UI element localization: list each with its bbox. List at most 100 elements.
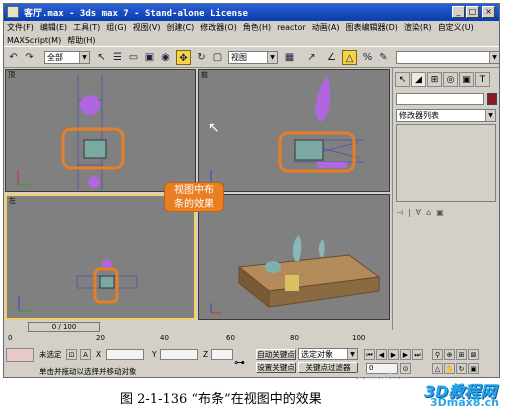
hierarchy-tab-icon[interactable]: ⊞	[427, 72, 442, 87]
maximize-viewport-icon[interactable]: ▣	[468, 363, 479, 374]
stack-toolbar: ⊣|∀⌂▣	[396, 208, 496, 220]
menu-help[interactable]: 帮助(H)	[64, 35, 98, 46]
selection-lock-icon[interactable]: ⊡	[66, 349, 77, 360]
menu-group[interactable]: 组(G)	[103, 22, 129, 34]
rotate-icon[interactable]: ↻	[194, 50, 209, 65]
create-tab-icon[interactable]: ↖	[395, 72, 410, 87]
display-tab-icon[interactable]: ▣	[459, 72, 474, 87]
make-unique-icon[interactable]: ∀	[416, 208, 426, 217]
menu-tools[interactable]: 工具(T)	[70, 22, 103, 34]
menu-character[interactable]: 角色(H)	[240, 22, 274, 34]
z-coord-field[interactable]	[211, 349, 233, 360]
menu-customize[interactable]: 自定义(U)	[435, 22, 477, 34]
menu-modifiers[interactable]: 修改器(O)	[197, 22, 240, 34]
auto-key-button[interactable]: 自动关键点	[256, 349, 296, 360]
set-key-button[interactable]: 设置关键点	[256, 362, 296, 373]
viewport-top[interactable]: 顶	[5, 69, 196, 192]
pivot-center-icon[interactable]: ▦	[282, 50, 297, 65]
selection-status: 未选定	[39, 350, 62, 359]
scale-icon[interactable]: ▢	[210, 50, 225, 65]
viewport-left[interactable]: 左	[5, 194, 196, 320]
chevron-down-icon: ▼	[485, 110, 495, 121]
menu-edit[interactable]: 编辑(E)	[37, 22, 70, 34]
named-selection-dropdown[interactable]: ▼	[396, 51, 499, 64]
next-frame-icon[interactable]: ▶	[400, 349, 411, 360]
maxscript-listener[interactable]	[6, 348, 34, 362]
close-button[interactable]: ×	[482, 6, 495, 18]
object-name-field[interactable]	[396, 93, 484, 105]
menu-file[interactable]: 文件(F)	[4, 22, 37, 34]
orbit-icon[interactable]: ↻	[456, 363, 467, 374]
timeline-ruler[interactable]: 0 20 40 60 80 100	[4, 333, 392, 345]
configure-sets-icon[interactable]: ▣	[436, 208, 449, 217]
prompt-line: 单击并拖动以选择并移动对象	[39, 367, 137, 376]
selection-filter-dropdown[interactable]: 全部 ▼	[44, 51, 90, 64]
window-crossing-icon[interactable]: ▣	[142, 50, 157, 65]
named-selection-icon[interactable]: ✎	[376, 50, 391, 65]
play-icon[interactable]: ▶	[388, 349, 399, 360]
lock-toggle[interactable]: A	[80, 349, 91, 360]
z-label: Z	[203, 350, 209, 359]
command-panel: ↖ ◢ ⊞ ◎ ▣ T 修改器列表 ▼ ⊣|∀⌂▣	[392, 68, 499, 330]
y-label: Y	[152, 350, 157, 359]
modify-tab-icon[interactable]: ◢	[411, 72, 426, 87]
x-label: X	[96, 350, 102, 359]
fov-icon[interactable]: △	[432, 363, 443, 374]
zoom-extents-all-icon[interactable]: ⊠	[468, 349, 479, 360]
viewport-perspective[interactable]: 透视	[198, 194, 390, 320]
ref-coord-dropdown[interactable]: 视图 ▼	[228, 51, 278, 64]
zoom-all-icon[interactable]: ⊕	[444, 349, 455, 360]
chevron-down-icon: ▼	[79, 52, 89, 63]
zoom-icon[interactable]: ⚲	[432, 349, 443, 360]
select-move-icon[interactable]: ✥	[176, 50, 191, 65]
select-link-icon[interactable]: ↗	[304, 50, 319, 65]
select-manipulate-icon[interactable]: ◉	[158, 50, 173, 65]
tick-label: 20	[96, 334, 105, 342]
perspective-scene-graphic	[210, 235, 381, 314]
motion-tab-icon[interactable]: ◎	[443, 72, 458, 87]
undo-icon[interactable]: ↶	[6, 50, 21, 65]
key-filters-button[interactable]: 关键点过滤器	[298, 362, 358, 373]
go-to-end-icon[interactable]: ⏭	[412, 349, 423, 360]
viewport-front[interactable]: 前 ↖	[198, 69, 390, 192]
snap-angle-icon[interactable]: ∠	[324, 50, 339, 65]
tick-label: 80	[290, 334, 299, 342]
time-slider[interactable]: 0 / 100	[28, 322, 100, 332]
zoom-extents-icon[interactable]: ⊞	[456, 349, 467, 360]
pin-stack-icon[interactable]: ⊣	[396, 208, 408, 217]
y-coord-field[interactable]	[160, 349, 198, 360]
snap-spinner-icon[interactable]: %	[360, 50, 375, 65]
svg-text:↖: ↖	[208, 120, 220, 136]
menu-animation[interactable]: 动画(A)	[309, 22, 343, 34]
minimize-button[interactable]: _	[452, 6, 465, 18]
utilities-tab-icon[interactable]: T	[475, 72, 490, 87]
select-object-icon[interactable]: ↖	[94, 50, 109, 65]
remove-modifier-icon[interactable]: ⌂	[426, 208, 436, 217]
redo-icon[interactable]: ↷	[22, 50, 37, 65]
x-coord-field[interactable]	[106, 349, 144, 360]
show-end-result-icon[interactable]: |	[408, 208, 416, 217]
pan-icon[interactable]: ✋	[444, 363, 455, 374]
previous-frame-icon[interactable]: ◀	[376, 349, 387, 360]
object-color-swatch[interactable]	[487, 93, 497, 105]
menu-bar: 文件(F) 编辑(E) 工具(T) 组(G) 视图(V) 创建(C) 修改器(O) 角色(H)…	[4, 22, 499, 34]
menu-reactor[interactable]: reactor	[274, 22, 309, 34]
top-scene-graphic	[17, 75, 125, 190]
menu-graph-editors[interactable]: 图表编辑器(D)	[342, 22, 400, 34]
select-by-name-icon[interactable]: ☰	[110, 50, 125, 65]
modifier-stack-list[interactable]	[396, 124, 496, 202]
go-to-start-icon[interactable]: ⏮	[364, 349, 375, 360]
snap-percent-icon[interactable]: △	[342, 50, 357, 65]
app-window: 客厅.max - 3ds max 7 - Stand-alone License…	[3, 3, 500, 378]
figure-caption: 图 2-1-136 “布条”在视图中的效果	[120, 392, 322, 407]
menu-rendering[interactable]: 渲染(R)	[401, 22, 435, 34]
key-icon[interactable]: ⊶	[234, 356, 245, 369]
selected-objects-dropdown[interactable]: 选定对象 ▼	[298, 348, 358, 360]
menu-create[interactable]: 创建(C)	[163, 22, 197, 34]
callout-label: 视图中布 条的效果	[164, 182, 224, 212]
rect-region-icon[interactable]: ▭	[126, 50, 141, 65]
menu-maxscript[interactable]: MAXScript(M)	[4, 35, 64, 46]
modifier-list-dropdown[interactable]: 修改器列表 ▼	[396, 109, 496, 122]
maximize-button[interactable]: □	[466, 6, 479, 18]
menu-views[interactable]: 视图(V)	[130, 22, 164, 34]
